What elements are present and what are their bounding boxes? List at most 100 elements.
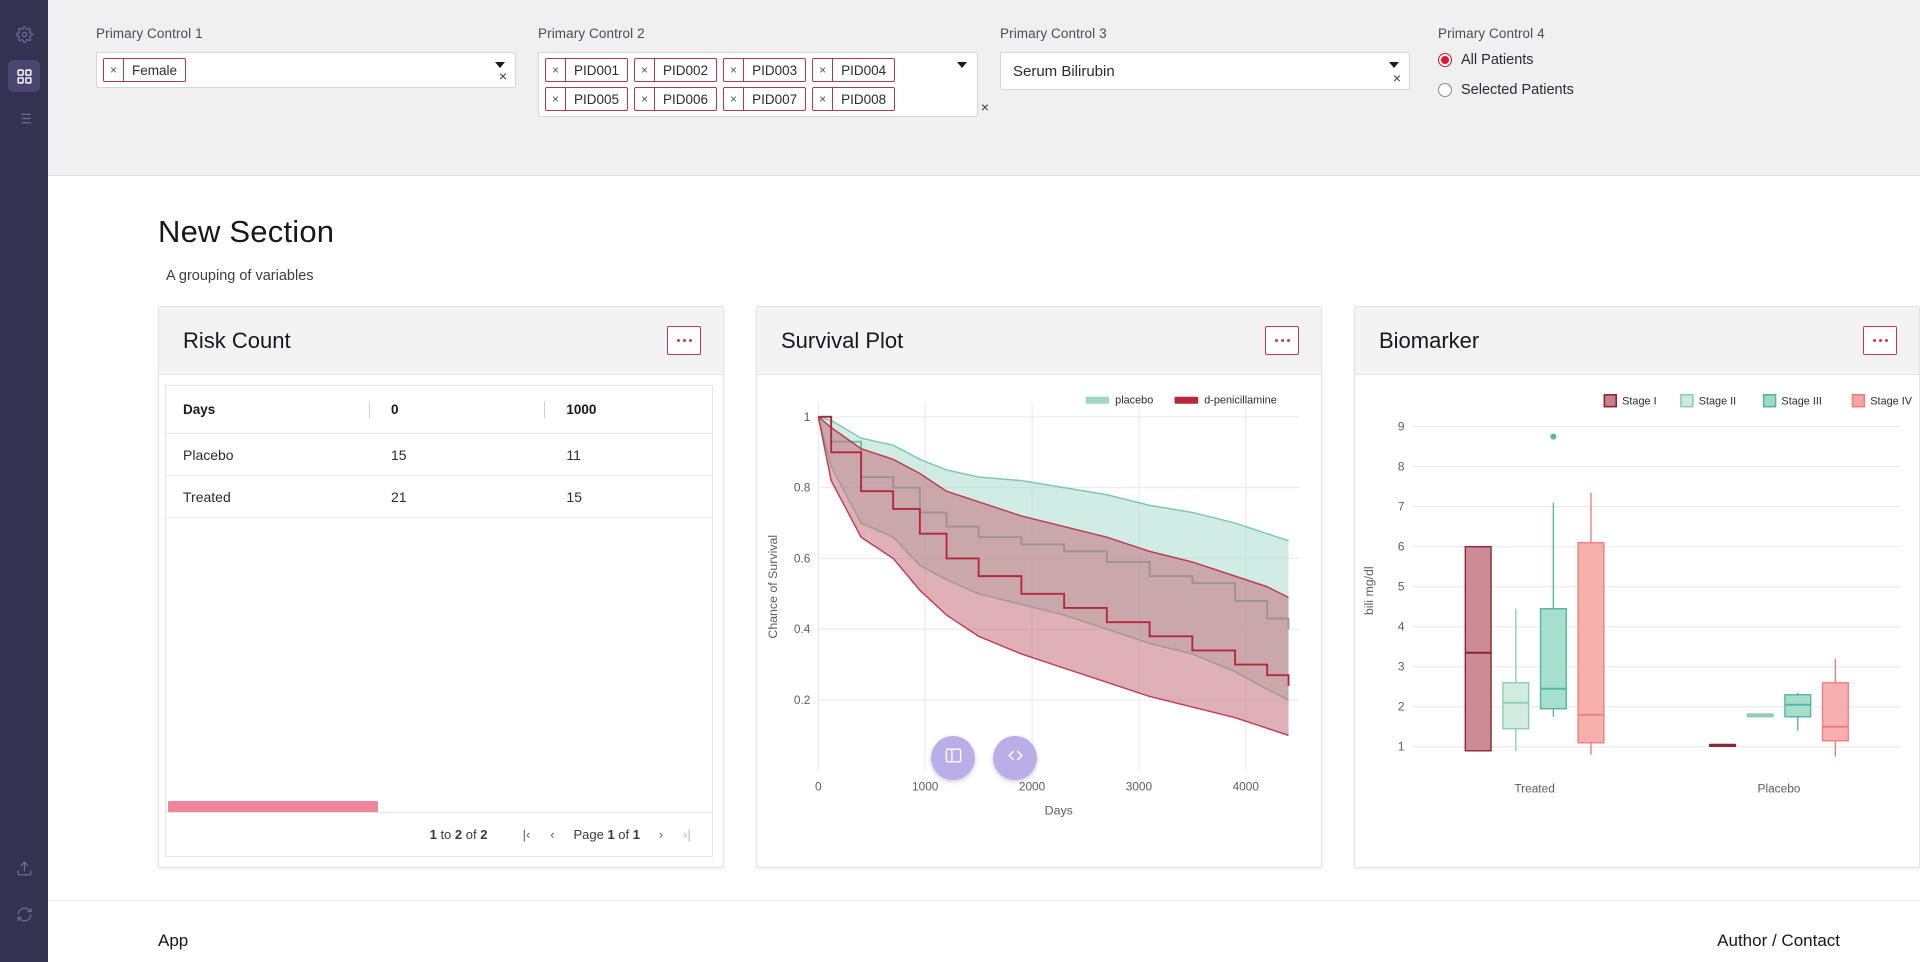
radio-all-patients[interactable]: All Patients xyxy=(1438,52,1738,68)
cell-value-1000: 11 xyxy=(566,446,581,463)
pagination-prev-button[interactable]: ‹ xyxy=(539,822,565,848)
chip-label: PID005 xyxy=(574,91,620,107)
panel-body: 1 2 3 4 5 6 7 8 9 Treated Placebo bili mg/dl Stage I… xyxy=(1355,375,1919,867)
radio-selected-patients[interactable]: Selected Patients xyxy=(1438,82,1738,98)
control-2-multiselect[interactable]: × PID001 × PID002 × PID003 × PID004 × PI… xyxy=(538,52,989,117)
panel-title-survival-plot: Survival Plot xyxy=(781,327,904,353)
y-tick-label: 9 xyxy=(1398,420,1405,434)
chip-remove-icon[interactable]: × xyxy=(813,59,834,81)
cell-value-0: 15 xyxy=(390,446,407,463)
y-tick-label: 0.4 xyxy=(794,622,811,636)
chip-label: PID006 xyxy=(663,91,709,107)
radio-button-icon[interactable] xyxy=(1438,83,1452,97)
floating-action-buttons xyxy=(931,736,1037,780)
table-row[interactable]: Treated 21 15 xyxy=(166,476,712,518)
legend-label: Stage I xyxy=(1622,396,1656,408)
chip-remove-icon[interactable]: × xyxy=(635,88,656,110)
horizontal-scrollbar[interactable] xyxy=(168,801,378,812)
chip-pid006[interactable]: × PID006 xyxy=(634,87,718,111)
pagination-first-button[interactable]: |‹ xyxy=(513,822,539,848)
box xyxy=(1464,545,1492,752)
y-tick-label: 0.2 xyxy=(794,693,811,707)
chip-remove-icon[interactable]: × xyxy=(104,59,124,81)
code-view-button[interactable] xyxy=(993,736,1037,780)
chip-remove-icon[interactable]: × xyxy=(635,59,656,81)
sidebar-bottom-group xyxy=(0,852,48,944)
dot-icon xyxy=(1884,339,1888,342)
primary-control-1: Primary Control 1 × Female × xyxy=(96,26,516,88)
control-3-dropdown[interactable]: Serum Bilirubin × xyxy=(1000,52,1410,90)
chip-pid001[interactable]: × PID001 xyxy=(545,58,629,82)
panel-header: Survival Plot xyxy=(757,307,1321,375)
sidebar-item-list[interactable] xyxy=(8,102,40,134)
footer-app-label: App xyxy=(158,931,189,950)
cell-value-0: 21 xyxy=(390,488,407,505)
refresh-icon xyxy=(16,906,33,923)
legend-swatch xyxy=(1851,393,1866,408)
chip-remove-icon[interactable]: × xyxy=(724,88,745,110)
chip-label: PID008 xyxy=(841,91,887,107)
panel-group: Risk Count Days 0 1000 Placebo 15 11 Tre… xyxy=(158,306,1920,868)
panel-menu-button-survival-plot[interactable] xyxy=(1265,326,1299,355)
sidebar-item-export[interactable] xyxy=(8,852,40,884)
chevron-down-icon[interactable] xyxy=(1389,62,1399,68)
sidebar-item-dashboard[interactable] xyxy=(8,60,40,92)
legend-label: Stage III xyxy=(1781,396,1822,408)
column-header-days[interactable]: Days xyxy=(166,402,369,417)
layout-toggle-button[interactable] xyxy=(931,736,975,780)
y-tick-label: 6 xyxy=(1398,540,1405,554)
pagination-next-button[interactable]: › xyxy=(648,822,674,848)
control-1-multiselect[interactable]: × Female × xyxy=(96,52,516,88)
chip-remove-icon[interactable]: × xyxy=(724,59,745,81)
chip-label: PID004 xyxy=(841,62,887,78)
sidebar-item-refresh[interactable] xyxy=(8,898,40,930)
chip-pid004[interactable]: × PID004 xyxy=(812,58,896,82)
page-title: New Section xyxy=(158,214,335,249)
chip-pid007[interactable]: × PID007 xyxy=(723,87,807,111)
legend-swatch xyxy=(1174,396,1199,404)
y-tick-label: 1 xyxy=(1398,740,1405,754)
panel-title-risk-count: Risk Count xyxy=(183,327,291,353)
cell-group: Treated xyxy=(183,488,231,505)
sidebar-item-settings[interactable] xyxy=(8,18,40,50)
survival-plot-chart[interactable]: 0.2 0.4 0.6 0.8 1 0 1000 2000 3000 4000 Chance of … xyxy=(757,375,1321,862)
chip-pid008[interactable]: × PID008 xyxy=(812,87,896,111)
chip-remove-icon[interactable]: × xyxy=(546,88,566,110)
chip-label: PID002 xyxy=(663,62,709,78)
column-header-1000[interactable]: 1000 xyxy=(544,402,712,417)
radio-all-patients-label: All Patients xyxy=(1461,52,1534,68)
x-tick-label: 4000 xyxy=(1233,780,1260,794)
pagination-summary: 1 to 2 of 2 xyxy=(429,827,488,842)
y-tick-label: 4 xyxy=(1398,620,1405,634)
chip-pid003[interactable]: × PID003 xyxy=(723,58,807,82)
biomarker-chart[interactable]: 1 2 3 4 5 6 7 8 9 Treated Placebo bili mg/dl Stage I… xyxy=(1355,375,1919,862)
pagination-last-button[interactable]: ›| xyxy=(674,822,700,848)
chip-pid002[interactable]: × PID002 xyxy=(634,58,718,82)
radio-button-icon[interactable] xyxy=(1438,53,1452,67)
y-tick-label: 0.8 xyxy=(794,481,811,495)
chevron-down-icon[interactable] xyxy=(957,62,967,68)
footer-bar: App Author / Contact xyxy=(48,900,1920,962)
primary-control-4: Primary Control 4 All Patients Selected … xyxy=(1438,26,1738,112)
panel-menu-button-risk-count[interactable] xyxy=(667,326,701,355)
control-3-clear-icon[interactable]: × xyxy=(1393,71,1401,85)
control-3-label: Primary Control 3 xyxy=(1000,26,1107,41)
chip-remove-icon[interactable]: × xyxy=(813,88,834,110)
table-row[interactable]: Placebo 15 11 xyxy=(166,434,712,476)
chip-female[interactable]: × Female xyxy=(103,58,187,82)
table-empty-space xyxy=(166,518,712,801)
chip-pid005[interactable]: × PID005 xyxy=(545,87,629,111)
control-bar: Primary Control 1 × Female × Primary Con… xyxy=(48,0,1920,176)
y-axis-label: bili mg/dl xyxy=(1362,566,1376,615)
y-tick-label: 5 xyxy=(1398,580,1405,594)
chip-label: Female xyxy=(132,62,178,78)
chip-remove-icon[interactable]: × xyxy=(546,59,566,81)
main-content: Primary Control 1 × Female × Primary Con… xyxy=(48,0,1920,962)
x-axis-label: Days xyxy=(1045,803,1073,817)
panel-menu-button-biomarker[interactable] xyxy=(1863,326,1897,355)
x-tick-label: 1000 xyxy=(912,780,939,794)
x-tick-label: 3000 xyxy=(1126,780,1153,794)
control-2-clear-icon[interactable]: × xyxy=(981,100,989,114)
control-1-clear-icon[interactable]: × xyxy=(499,69,507,83)
column-header-0[interactable]: 0 xyxy=(369,402,544,417)
